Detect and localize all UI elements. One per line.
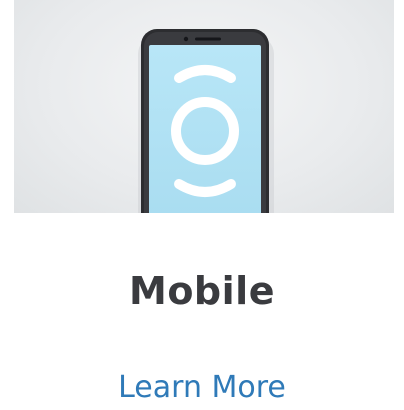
smartphone-icon: [138, 29, 274, 213]
product-card: Mobile Learn More: [0, 0, 404, 410]
card-title: Mobile: [129, 269, 275, 313]
learn-more-link[interactable]: Learn More: [0, 366, 404, 410]
hero-image: [14, 0, 394, 213]
